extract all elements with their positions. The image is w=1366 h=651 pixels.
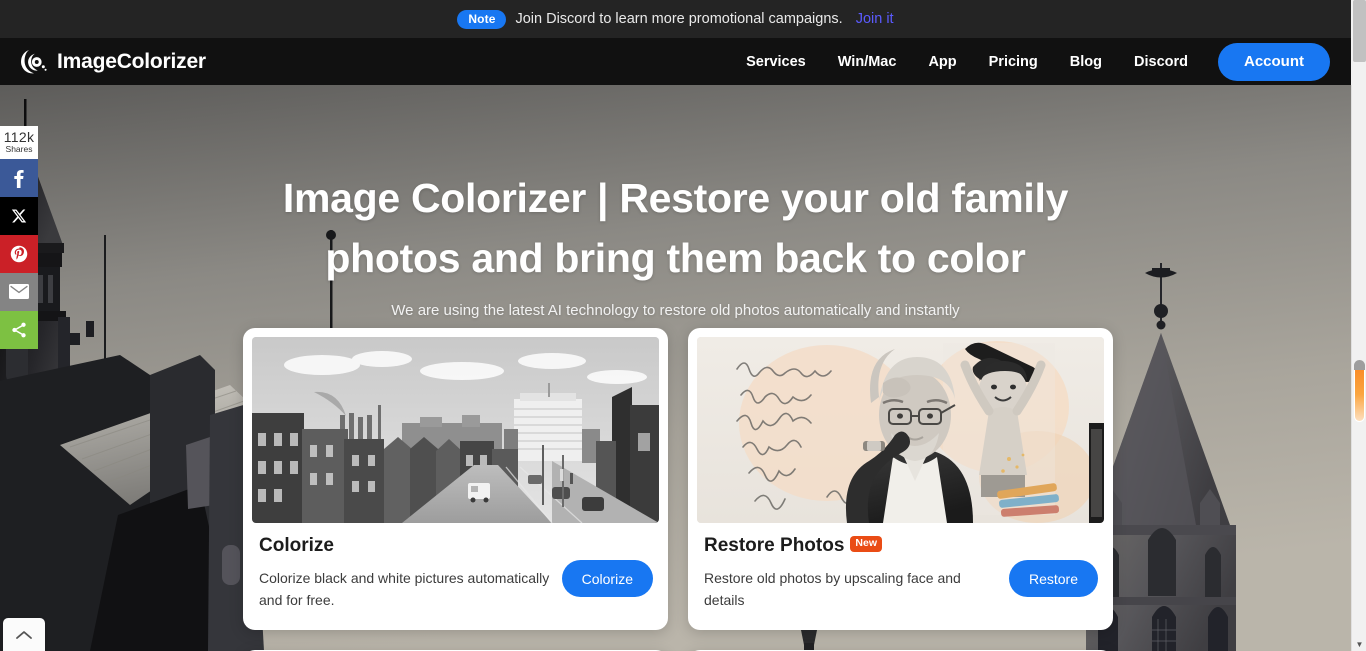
main-navigation: Services Win/Mac App Pricing Blog Discor… <box>730 42 1351 81</box>
x-twitter-icon <box>11 209 27 223</box>
feature-card-grid: Colorize Colorize black and white pictur… <box>243 328 1113 651</box>
share-icon <box>12 322 26 338</box>
restore-card-body: Restore Photos New Restore old photos by… <box>697 523 1104 621</box>
scrollbar-thumb[interactable] <box>1353 0 1366 62</box>
nav-item-winmac[interactable]: Win/Mac <box>822 54 913 70</box>
share-more-button[interactable] <box>0 310 38 349</box>
brand-logo-link[interactable]: ImageColorizer <box>18 47 206 77</box>
promo-notice-bar: Note Join Discord to learn more promotio… <box>0 0 1351 38</box>
share-facebook-button[interactable] <box>0 158 38 197</box>
restore-card-title: Restore Photos New <box>704 535 1001 558</box>
left-rooftops <box>0 355 264 651</box>
restore-card-image <box>697 337 1104 523</box>
nav-item-app[interactable]: App <box>912 54 972 70</box>
share-pinterest-button[interactable] <box>0 234 38 273</box>
nav-item-blog[interactable]: Blog <box>1054 54 1118 70</box>
restore-button[interactable]: Restore <box>1008 560 1098 598</box>
colorize-card-description: Colorize black and white pictures automa… <box>259 569 550 608</box>
share-count-label: Shares <box>5 143 33 154</box>
notice-text: Join Discord to learn more promotional c… <box>515 11 843 27</box>
feature-card-restore-photos[interactable]: Restore Photos New Restore old photos by… <box>688 328 1113 630</box>
note-badge: Note <box>457 9 507 29</box>
restore-collage-photo <box>697 337 1104 523</box>
join-it-link[interactable]: Join it <box>856 11 894 27</box>
share-count: 112k Shares <box>0 126 38 159</box>
chevron-up-icon <box>16 630 32 639</box>
social-share-rail: 112k Shares <box>0 126 38 349</box>
browser-viewport: Note Join Discord to learn more promotio… <box>0 0 1366 651</box>
hero-subtitle: We are using the latest AI technology to… <box>391 302 960 319</box>
browser-scrollbar[interactable]: ▼ <box>1351 0 1366 651</box>
restore-card-title-text: Restore Photos <box>704 535 845 556</box>
site-header: ImageColorizer Services Win/Mac App Pric… <box>0 38 1351 85</box>
nav-item-pricing[interactable]: Pricing <box>973 54 1054 70</box>
facebook-icon <box>14 169 24 188</box>
restore-card-description: Restore old photos by upscaling face and… <box>704 569 961 608</box>
nav-item-services[interactable]: Services <box>730 54 822 70</box>
scroll-progress-indicator[interactable] <box>1354 360 1365 422</box>
pinterest-icon <box>10 245 28 262</box>
colorize-card-body: Colorize Colorize black and white pictur… <box>252 523 659 621</box>
colorize-card-image <box>252 337 659 523</box>
bw-city-street-photo <box>252 337 659 523</box>
share-x-button[interactable] <box>0 196 38 235</box>
page-title: Image Colorizer | Restore your old famil… <box>282 175 1069 281</box>
envelope-icon <box>9 284 29 300</box>
brand-name: ImageColorizer <box>57 49 206 73</box>
share-email-button[interactable] <box>0 272 38 311</box>
hero-copy: Image Colorizer | Restore your old famil… <box>0 168 1351 319</box>
share-count-number: 112k <box>3 129 35 145</box>
scroll-indicator-cap <box>1354 360 1365 370</box>
nav-item-discord[interactable]: Discord <box>1118 54 1204 70</box>
scrollbar-down-arrow[interactable]: ▼ <box>1352 641 1366 649</box>
colorize-button[interactable]: Colorize <box>561 560 653 598</box>
imagecolorizer-logo-icon <box>21 49 47 73</box>
feature-card-colorize[interactable]: Colorize Colorize black and white pictur… <box>243 328 668 630</box>
scroll-to-top-button[interactable] <box>3 618 45 651</box>
account-button[interactable]: Account <box>1218 42 1330 81</box>
colorize-card-title: Colorize <box>259 535 554 558</box>
new-badge: New <box>850 536 883 552</box>
colorize-card-title-text: Colorize <box>259 535 334 556</box>
